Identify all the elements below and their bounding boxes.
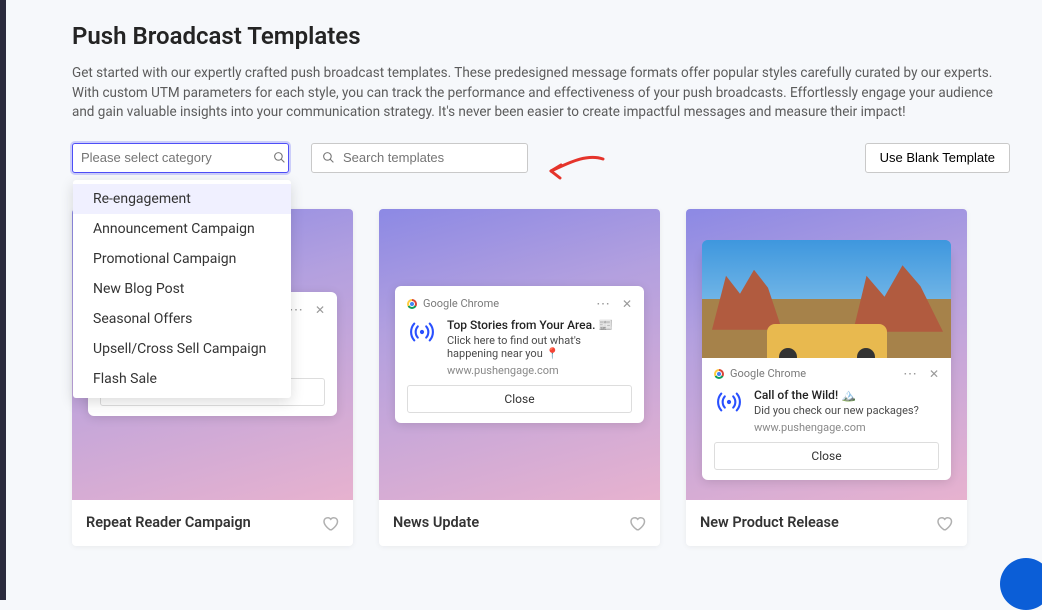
template-card[interactable]: Google Chrome ⋯ ✕ [379,209,660,546]
template-title: Repeat Reader Campaign [86,514,251,531]
chrome-icon [714,369,724,379]
page-description: Get started with our expertly crafted pu… [72,64,1010,123]
controls-row: Re-engagement Announcement Campaign Prom… [72,143,1010,173]
notif-title: Call of the Wild! 🏔️ [754,388,919,402]
browser-label: Google Chrome [423,297,499,310]
category-option[interactable]: Upsell/Cross Sell Campaign [73,334,291,364]
category-option[interactable]: Seasonal Offers [73,304,291,334]
template-title: New Product Release [700,514,839,531]
category-option[interactable]: Flash Sale [73,364,291,394]
favorite-icon[interactable] [321,514,339,532]
search-icon [312,151,335,164]
template-card[interactable]: Google Chrome ⋯ ✕ [686,209,967,546]
template-preview: Google Chrome ⋯ ✕ [686,209,967,500]
favorite-icon[interactable] [935,514,953,532]
category-option[interactable]: New Blog Post [73,274,291,304]
search-icon [265,151,294,164]
notif-close-button: Close [407,385,632,413]
close-icon: ✕ [929,367,939,381]
search-field[interactable] [311,143,528,173]
notif-url: www.pushengage.com [754,421,919,434]
close-icon: ✕ [622,297,632,311]
push-notification: Google Chrome ⋯ ✕ [702,250,951,480]
search-input[interactable] [335,150,527,165]
notif-hero-image [702,240,951,358]
category-option[interactable]: Announcement Campaign [73,214,291,244]
broadcast-icon [714,388,744,416]
category-dropdown: Re-engagement Announcement Campaign Prom… [73,180,291,398]
notif-body: Click here to find out what's happening … [447,334,632,360]
broadcast-icon [407,318,437,346]
notif-body: Did you check our new packages? [754,404,919,417]
left-rail [0,0,6,600]
page-title: Push Broadcast Templates [72,22,1010,50]
close-icon: ✕ [315,303,325,317]
notif-url: www.pushengage.com [447,364,632,377]
chrome-icon [407,299,417,309]
notif-close-button: Close [714,442,939,470]
browser-label: Google Chrome [730,367,806,380]
category-select[interactable]: Re-engagement Announcement Campaign Prom… [72,143,289,173]
help-fab[interactable] [1000,558,1042,610]
more-icon: ⋯ [596,296,610,312]
category-option[interactable]: Re-engagement [73,184,291,214]
push-notification: Google Chrome ⋯ ✕ [395,286,644,423]
more-icon: ⋯ [903,366,917,382]
template-title: News Update [393,514,479,531]
notif-title: Top Stories from Your Area. 📰 [447,318,632,332]
category-option[interactable]: Promotional Campaign [73,244,291,274]
blank-template-button[interactable]: Use Blank Template [865,143,1010,173]
more-icon: ⋯ [289,302,303,318]
favorite-icon[interactable] [628,514,646,532]
template-preview: Google Chrome ⋯ ✕ [379,209,660,500]
category-input[interactable] [73,150,265,165]
